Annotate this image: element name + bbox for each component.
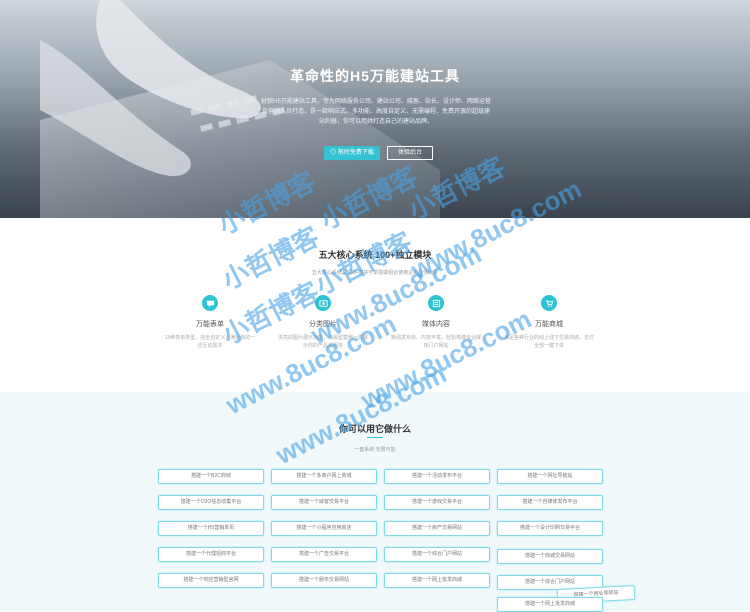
features-subtitle: 五大核心系统及100+模块可单独或组合使用达到最佳效果 [311, 270, 439, 276]
media-icon [428, 295, 444, 311]
cart-icon [541, 295, 557, 311]
use-item[interactable]: 搭建一个网址导航站 [497, 469, 603, 484]
feature-form[interactable]: 万能表单 15种表单类型，完全自定义，满足你的一切互动需求 [150, 295, 270, 350]
use-item[interactable]: 搭建一个游戏交易平台 [384, 495, 490, 510]
use-item[interactable]: 搭建一个代理招商平台 [158, 547, 264, 562]
feature-media[interactable]: 媒体内容 新闻发布快、内容丰富，轻松搭建专业媒体门户网站 [376, 295, 496, 350]
feature-desc: 满足各种行业的线上线下交易商城，支付全部一键下单 [503, 335, 594, 349]
use-item[interactable]: 搭建一个服务交易网站 [271, 573, 377, 588]
use-item[interactable]: 搭建一个O2O信息收集平台 [158, 495, 264, 510]
use-item[interactable]: 搭建一个房产交易网站 [384, 521, 490, 536]
feature-desc: 新闻发布快、内容丰富，轻松搭建专业媒体门户网站 [390, 335, 481, 349]
feature-title: 万能表单 [196, 321, 224, 328]
feature-images[interactable]: 分类图片 漂亮的图片展示功能，海报型案例一样展示你的产品或服务 [263, 295, 383, 350]
hero-banner: 革命性的H5万能建站工具 豺狼H5万能建站工具，专为网络服务公司、建站公司、威客… [0, 0, 750, 218]
use-item[interactable]: 搭建一个B2C商城 [158, 469, 264, 484]
use-item[interactable]: 搭建一个多商户网上商城 [271, 469, 377, 484]
uses-title: 你可以用它做什么 [338, 424, 411, 434]
feature-title: 万能商城 [535, 321, 563, 328]
use-item[interactable]: 搭建一个网上批发商城 [384, 573, 490, 588]
use-item[interactable]: 搭建一个小程序应用商店 [271, 521, 377, 536]
hero-description: 豺狼H5万能建站工具，专为网络服务公司、建站公司、威客、站长、设计师、网络运营及… [261, 99, 491, 125]
feature-title: 分类图片 [309, 321, 337, 328]
use-item[interactable]: 搭建一个活动发布平台 [384, 469, 490, 484]
hero-title: 革命性的H5万能建站工具 [290, 68, 460, 84]
use-item[interactable]: 搭建一个自媒体发布平台 [497, 495, 603, 510]
try-admin-button[interactable]: 体验后台 [387, 146, 433, 160]
feature-desc: 漂亮的图片展示功能，海报型案例一样展示你的产品或服务 [277, 335, 368, 349]
image-icon [315, 295, 331, 311]
feature-desc: 15种表单类型，完全自定义，满足你的一切互动需求 [164, 335, 256, 349]
use-item[interactable]: 搭建一个网上批发商城 [497, 597, 603, 612]
use-item[interactable]: 搭建一个响应营销型官网 [158, 573, 264, 588]
watermark-text: 小哲博客 [310, 226, 417, 301]
chat-icon [202, 295, 218, 311]
feature-shop[interactable]: 万能商城 满足各种行业的线上线下交易商城，支付全部一键下单 [489, 295, 609, 350]
title-divider [367, 437, 383, 438]
use-item[interactable]: 搭建一个威客交易平台 [271, 495, 377, 510]
uses-subtitle: 一套系统 无限可能 [354, 447, 396, 453]
feature-title: 媒体内容 [422, 321, 450, 328]
use-item[interactable]: 搭建一个综合门户网站 [384, 547, 490, 562]
use-item[interactable]: 搭建一个广告交易平台 [271, 547, 377, 562]
free-download-button[interactable]: ◎ 限时免费下载 [324, 146, 380, 160]
use-item[interactable]: 搭建一个设计印刷交易平台 [497, 521, 603, 536]
use-item[interactable]: 搭建一个H5营销单页 [158, 521, 264, 536]
use-item[interactable]: 搭建一个商城交易网站 [497, 549, 603, 564]
features-title: 五大核心系统 100+独立模块 [318, 250, 432, 260]
